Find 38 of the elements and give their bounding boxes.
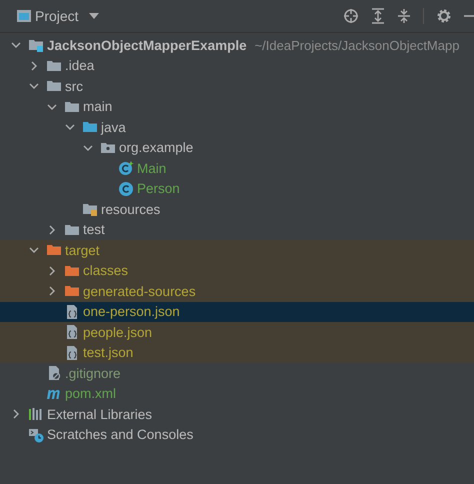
tree-item[interactable]: Scratches and Consoles: [47, 427, 194, 442]
json-file-icon: [64, 324, 80, 340]
project-path: ~/IdeaProjects/JacksonObjectMapp: [254, 38, 460, 53]
locate-icon[interactable]: [343, 8, 359, 24]
ignore-file-icon: [46, 365, 62, 382]
tree-item[interactable]: JacksonObjectMapperExample: [47, 38, 247, 53]
library-icon: [28, 406, 44, 422]
class-icon: [118, 180, 134, 197]
settings-icon[interactable]: [436, 8, 452, 24]
class-icon: [118, 160, 134, 176]
tree-item[interactable]: test.json: [83, 345, 134, 360]
tree-item[interactable]: one-person.json: [83, 304, 180, 320]
resources-folder-icon: [82, 201, 98, 218]
tree-item[interactable]: src: [65, 78, 83, 94]
tree-item[interactable]: External Libraries: [47, 406, 152, 422]
tree-item[interactable]: classes: [83, 263, 128, 278]
window-icon: [16, 8, 32, 24]
collapse-all-icon[interactable]: [397, 8, 411, 24]
tree-item[interactable]: target: [65, 242, 100, 258]
tree-item[interactable]: .idea: [65, 58, 94, 74]
json-file-icon: [64, 344, 80, 361]
expand-all-icon[interactable]: [371, 8, 385, 24]
tree-item[interactable]: java: [101, 120, 126, 135]
scratches-icon: [28, 426, 44, 443]
module-folder-icon: [28, 37, 44, 54]
tree-item[interactable]: test: [83, 222, 105, 238]
tree-item[interactable]: people.json: [83, 324, 152, 340]
tree-item[interactable]: generated-sources: [83, 284, 196, 299]
caret-icon[interactable]: [88, 13, 99, 19]
tree-item[interactable]: Person: [137, 181, 180, 196]
tree-item[interactable]: Main: [137, 160, 166, 176]
view-selector[interactable]: Project: [35, 8, 79, 24]
tree-item[interactable]: main: [83, 99, 112, 114]
tree-item[interactable]: .gitignore: [65, 366, 121, 381]
tree-item[interactable]: org.example: [119, 140, 194, 156]
tree-item[interactable]: pom.xml: [65, 386, 116, 402]
json-file-icon: [64, 304, 80, 320]
tree-item[interactable]: resources: [101, 202, 160, 217]
